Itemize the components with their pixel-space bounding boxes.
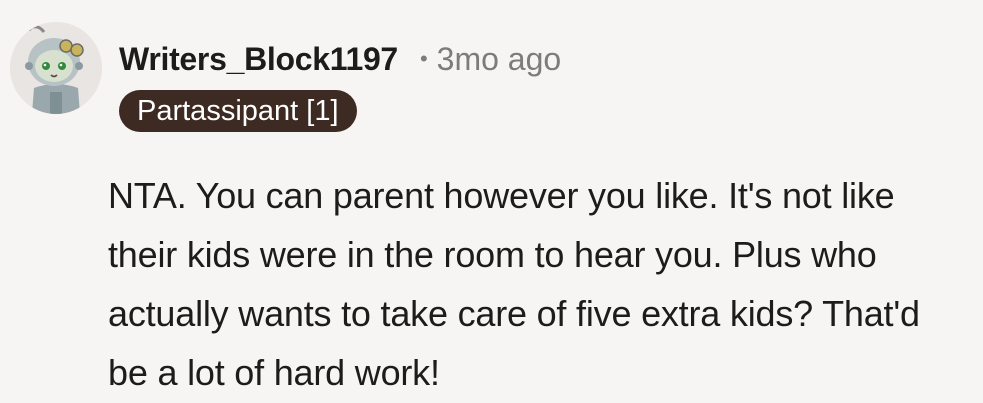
comment-header: Writers_Block1197 • 3mo ago [119,36,561,82]
comment-timestamp[interactable]: 3mo ago [437,41,562,78]
user-flair-badge: Partassipant [1] [119,90,357,132]
comment: Writers_Block1197 • 3mo ago Partassipant… [0,0,983,403]
author-username[interactable]: Writers_Block1197 [119,41,398,78]
user-avatar[interactable] [10,22,102,114]
robot-avatar-icon [10,22,102,114]
meta-separator: • [419,46,428,71]
comment-body: NTA. You can parent however you like. It… [108,175,920,393]
